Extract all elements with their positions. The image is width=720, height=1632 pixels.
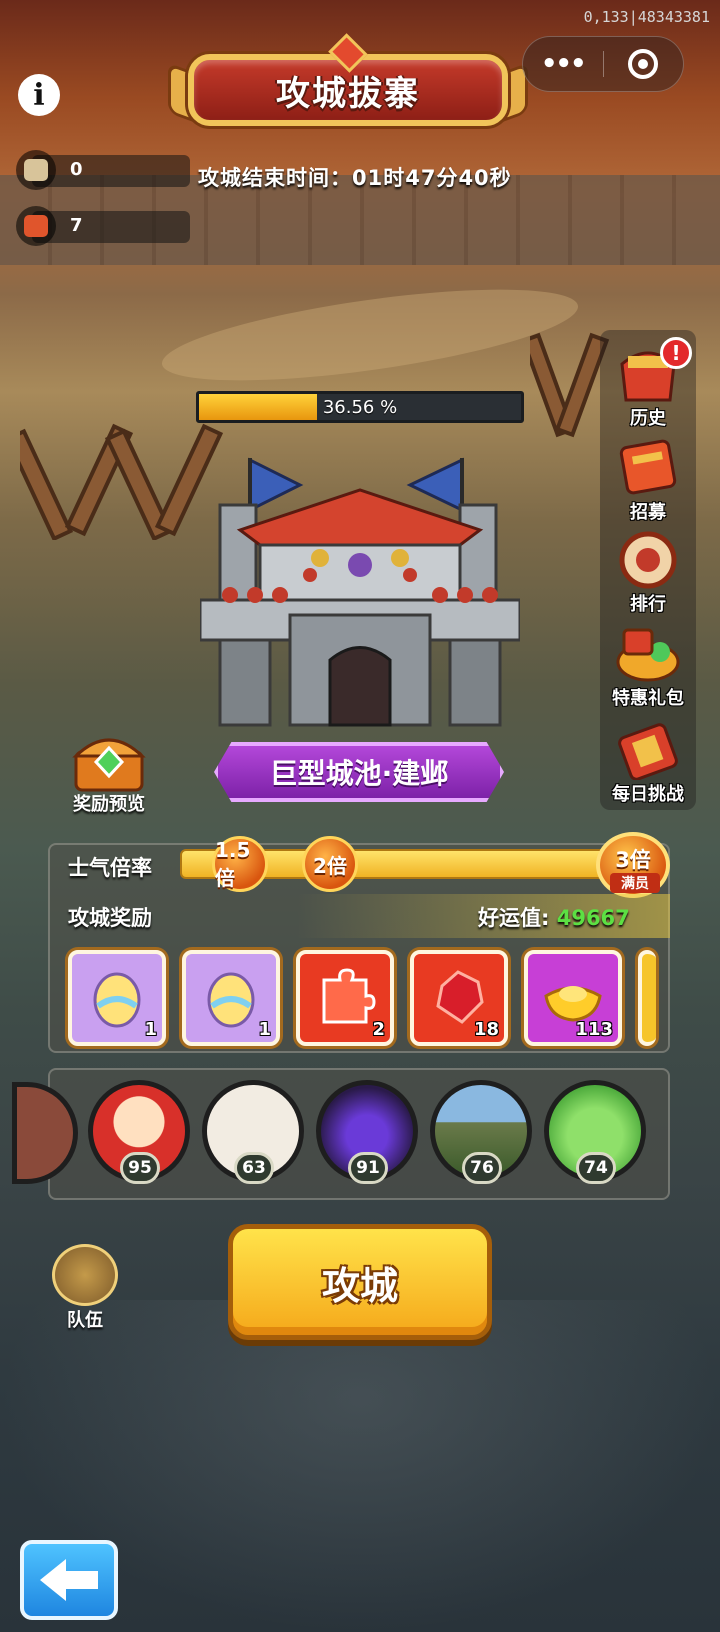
- multiplier-3x-full-team: 3倍 满员: [596, 832, 670, 898]
- target-icon: [628, 49, 659, 79]
- siege-progress-text: 36.56 %: [322, 396, 398, 418]
- team-member-level: 63: [234, 1152, 274, 1184]
- daily-challenge-button[interactable]: 每日挑战: [600, 718, 696, 808]
- reward-item[interactable]: 113: [524, 950, 622, 1046]
- reward-preview-button[interactable]: 奖励预览: [64, 730, 154, 816]
- background-fence: [530, 332, 610, 438]
- background-road: [157, 271, 583, 399]
- reward-item[interactable]: 1: [68, 950, 166, 1046]
- background-fence: [20, 423, 224, 540]
- more-button[interactable]: •••: [523, 49, 603, 79]
- resource-ticket: 7: [16, 206, 190, 246]
- gift-pack-icon: [616, 628, 680, 682]
- siege-progress-bar: 36.56 %: [196, 391, 524, 423]
- castle-illustration: [200, 457, 520, 727]
- info-icon[interactable]: i: [18, 74, 60, 116]
- multiplier-1-5x: 1.5倍: [212, 836, 268, 892]
- back-arrow-icon: [40, 1559, 98, 1601]
- title-banner: 攻城拔寨: [168, 33, 528, 140]
- team-member-level: 91: [348, 1152, 388, 1184]
- scroll-icon: [24, 159, 48, 181]
- siege-reward-label: 攻城奖励: [68, 906, 152, 930]
- resource-scroll: 0: [16, 150, 190, 190]
- rainbow-egg-icon: [93, 972, 141, 1028]
- team-button[interactable]: 队伍: [48, 1244, 122, 1334]
- team-member-level: 76: [462, 1152, 502, 1184]
- multiplier-2x: 2倍: [302, 836, 358, 892]
- reward-item[interactable]: 18: [410, 950, 508, 1046]
- recruit-scroll-icon: [619, 439, 677, 495]
- reward-item-partial[interactable]: [638, 950, 656, 1046]
- ranking-button[interactable]: 排行: [600, 528, 696, 618]
- reward-item[interactable]: 1: [182, 950, 280, 1046]
- puzzle-piece-icon: [322, 968, 376, 1024]
- ranking-drum-icon: [619, 531, 677, 589]
- morale-multiplier-label: 士气倍率: [68, 856, 152, 880]
- history-alert-badge: !: [660, 337, 692, 369]
- treasure-chest-icon: [72, 738, 146, 792]
- mini-program-capsule: •••: [522, 36, 684, 92]
- daily-challenge-icon: [618, 723, 678, 780]
- banner-ticket-icon: [24, 215, 48, 237]
- page-title: 攻城拔寨: [276, 73, 420, 114]
- close-mini-program-button[interactable]: [604, 49, 684, 79]
- reward-item[interactable]: 2: [296, 950, 394, 1046]
- rainbow-egg-icon: [207, 972, 255, 1028]
- debug-id-text: 0,133|48343381: [583, 8, 710, 26]
- team-member-level: 74: [576, 1152, 616, 1184]
- attack-city-button[interactable]: 攻城: [228, 1224, 492, 1340]
- city-name-banner: 巨型城池·建邺: [214, 742, 504, 802]
- luck-value: 好运值: 49667: [478, 906, 630, 930]
- siege-countdown: 攻城结束时间：01时47分40秒: [198, 166, 512, 190]
- back-button[interactable]: [20, 1540, 118, 1620]
- team-icon: [52, 1244, 118, 1306]
- special-gift-pack-button[interactable]: 特惠礼包: [600, 622, 696, 712]
- recruit-button[interactable]: 招募: [600, 436, 696, 526]
- team-member-level: 95: [120, 1152, 160, 1184]
